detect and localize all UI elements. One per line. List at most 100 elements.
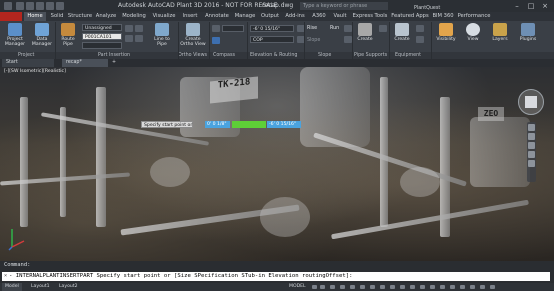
tab-bim360[interactable]: BIM 360 (430, 12, 456, 21)
tab-featured-apps[interactable]: Featured Apps (390, 12, 430, 21)
maximize-icon[interactable]: □ (524, 1, 538, 11)
support-icon-2[interactable] (379, 25, 387, 32)
new-tab-icon[interactable]: + (108, 59, 120, 67)
3d-osnap-icon[interactable] (400, 285, 405, 289)
tab-modeling[interactable]: Modeling (118, 12, 150, 21)
workspace-icon[interactable] (430, 285, 435, 289)
otrack-icon[interactable] (360, 285, 365, 289)
pan-icon[interactable] (528, 133, 535, 140)
rise-label[interactable]: Rise (307, 26, 317, 31)
viewport-controls-label[interactable]: [-][SW Isometric][Realistic] (4, 69, 66, 74)
tool-icon-4[interactable] (135, 35, 143, 42)
osnap-icon[interactable] (350, 285, 355, 289)
plugins-button[interactable]: Plugins (517, 23, 539, 49)
tab-output[interactable]: Output (258, 12, 282, 21)
tool-icon-2[interactable] (135, 25, 143, 32)
tab-structure[interactable]: Structure (66, 12, 94, 21)
snap-icon[interactable] (320, 285, 325, 289)
layout-tab-layout2[interactable]: Layout2 (56, 283, 81, 291)
tab-visualize[interactable]: Visualize (150, 12, 178, 21)
tab-solid[interactable]: Solid (48, 12, 66, 21)
customization-icon[interactable] (490, 285, 495, 289)
application-menu-button[interactable] (0, 12, 22, 21)
run-label[interactable]: Run (330, 26, 339, 31)
layers-button[interactable]: Layers (489, 23, 511, 49)
viewcube-face[interactable] (525, 96, 537, 108)
command-line-input[interactable]: × - INTERNALPLANTINSERTPART Specify start… (2, 272, 550, 281)
units-icon[interactable] (440, 285, 445, 289)
equipment-icon-3[interactable] (416, 36, 424, 43)
tab-manage[interactable]: Manage (232, 12, 258, 21)
visibility-button[interactable]: Visibility (433, 23, 459, 49)
compass-toggle-icon[interactable] (212, 25, 220, 32)
tool-icon-3[interactable] (125, 35, 133, 42)
close-icon[interactable]: × (538, 1, 552, 11)
slope-icon-1[interactable] (344, 25, 352, 32)
tab-home[interactable]: Home (24, 12, 46, 21)
doc-tab-start[interactable]: Start (2, 59, 54, 67)
grid-icon[interactable] (312, 285, 317, 289)
showmotion-icon[interactable] (528, 160, 535, 167)
search-input[interactable]: Type a keyword or phrase (300, 2, 388, 10)
cop-combo[interactable]: COP (250, 36, 294, 43)
polar-icon[interactable] (340, 285, 345, 289)
layout-tab-model[interactable]: Model (2, 283, 22, 291)
ortho-icon[interactable] (330, 285, 335, 289)
viewcube-icon[interactable] (518, 89, 544, 115)
dynamic-input-field-2[interactable] (232, 121, 266, 128)
tab-annotate[interactable]: Annotate (202, 12, 232, 21)
isolate-objects-icon[interactable] (460, 285, 465, 289)
minimize-icon[interactable]: – (510, 1, 524, 11)
tool-icon-1[interactable] (125, 25, 133, 32)
app-logo-icon[interactable] (4, 2, 12, 10)
equipment-create-button[interactable]: Create (391, 23, 413, 49)
panel-label-pipe-supports[interactable]: Pipe Supports (354, 52, 387, 59)
view-button[interactable]: View (462, 23, 484, 49)
steering-wheel-icon[interactable] (528, 124, 535, 131)
project-manager-button[interactable]: Project Manager (4, 23, 26, 49)
doc-tab-recap[interactable]: recap* (62, 59, 108, 67)
tab-a360[interactable]: A360 (308, 12, 330, 21)
panel-label-compass[interactable]: Compass (213, 52, 235, 59)
undo-icon[interactable] (46, 2, 54, 10)
compass-settings-icon[interactable] (212, 37, 220, 44)
slope-icon-2[interactable] (344, 36, 352, 43)
drawing-viewport[interactable]: [-][SW Isometric][Realistic] TK-218 ZEO (0, 67, 554, 261)
panel-label-slope[interactable]: Slope (318, 52, 331, 59)
dynamic-input-field-3[interactable]: -6' 0 15/16" (267, 121, 301, 128)
panel-label-part-insertion[interactable]: Part Insertion (98, 52, 130, 59)
panel-label-project[interactable]: Project (18, 52, 34, 59)
pipe-supports-create-button[interactable]: Create (354, 23, 376, 49)
tab-add-ins[interactable]: Add-ins (282, 12, 308, 21)
quick-properties-icon[interactable] (450, 285, 455, 289)
tab-insert[interactable]: Insert (178, 12, 202, 21)
zoom-icon[interactable] (528, 142, 535, 149)
layout-tab-layout1[interactable]: Layout1 (28, 283, 53, 291)
tab-vault[interactable]: Vault (330, 12, 350, 21)
open-icon[interactable] (26, 2, 34, 10)
panel-label-equipment[interactable]: Equipment (395, 52, 421, 59)
redo-icon[interactable] (56, 2, 64, 10)
dynamic-ucs-icon[interactable] (410, 285, 415, 289)
lineweight-icon[interactable] (370, 285, 375, 289)
equipment-icon-2[interactable] (416, 25, 424, 32)
close-command-icon[interactable]: × (2, 272, 9, 281)
orbit-icon[interactable] (528, 151, 535, 158)
tab-performance[interactable]: Performance (456, 12, 492, 21)
pipe-size-combo[interactable]: Unassigned (82, 24, 122, 31)
panel-label-ortho-views[interactable]: Ortho Views (178, 52, 207, 59)
elevation-combo[interactable]: -6' 0 15/16" (250, 25, 294, 32)
new-icon[interactable] (16, 2, 24, 10)
save-icon[interactable] (36, 2, 44, 10)
compass-combo[interactable] (222, 25, 244, 32)
tab-express-tools[interactable]: Express Tools (350, 12, 390, 21)
slope-label[interactable]: Slope (307, 38, 320, 43)
route-pipe-button[interactable]: Route Pipe (57, 23, 79, 49)
data-manager-button[interactable]: Data Manager (31, 23, 53, 49)
selection-cycling-icon[interactable] (390, 285, 395, 289)
spec-combo[interactable] (82, 42, 122, 49)
model-space-toggle[interactable]: MODEL (286, 283, 309, 291)
dynamic-input-field-1[interactable]: 0' 0 1/8" (205, 121, 230, 128)
line-to-pipe-button[interactable]: Line to Pipe (151, 23, 173, 49)
annotation-scale-icon[interactable] (420, 285, 425, 289)
